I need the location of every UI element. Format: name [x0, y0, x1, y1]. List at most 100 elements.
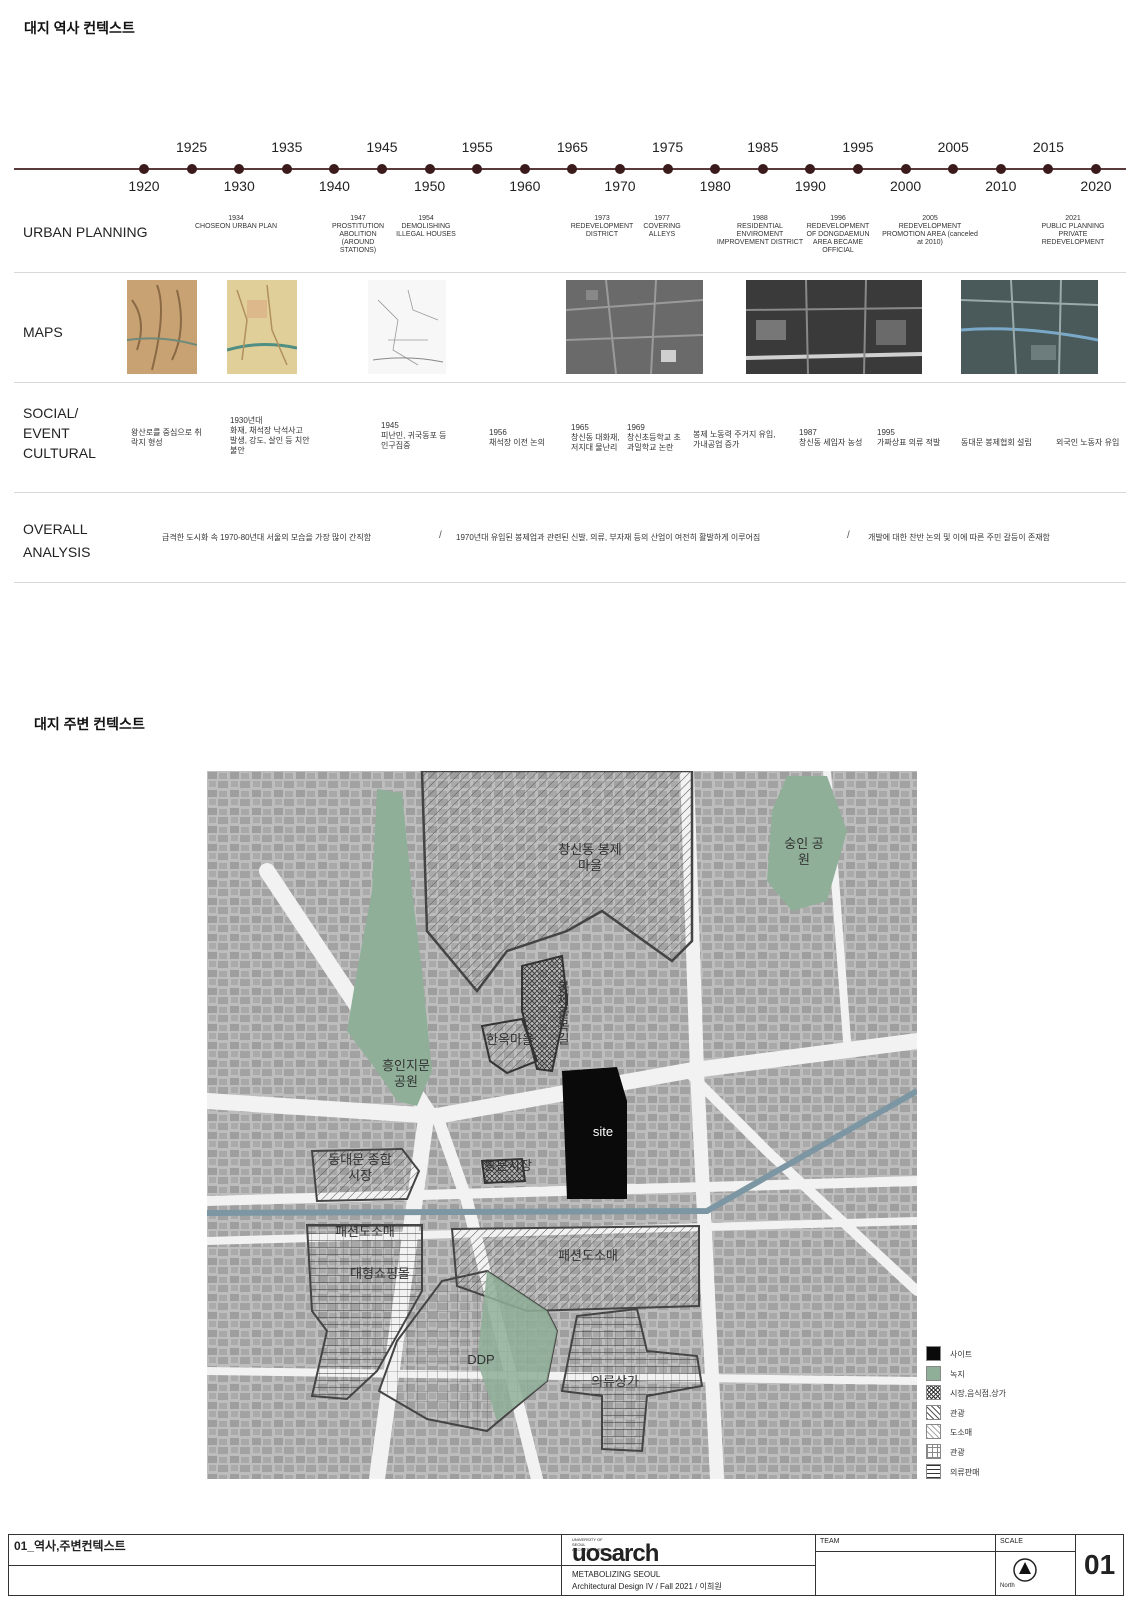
map-label-alley: 봉제골목길 — [555, 980, 570, 1045]
urban-event: 1934 CHOSEON URBAN PLAN — [194, 215, 278, 230]
map-thumbnail-2020s — [961, 280, 1098, 374]
legend-label: 도소매 — [950, 1428, 973, 1438]
row-label-line: CULTURAL — [23, 445, 96, 461]
urban-event: 2021 PUBLIC PLANNING PRIVATE REDEVELOPMEN… — [1041, 215, 1105, 246]
map-label-sungin: 숭인 공원 — [784, 836, 824, 867]
timeline-dot — [519, 164, 530, 174]
north-arrow-icon — [1013, 1558, 1037, 1582]
social-event: 1995 가짜상표 의류 적발 — [877, 428, 941, 447]
divider — [14, 492, 1126, 493]
map-label-heungin: 흥인지문 공원 — [382, 1058, 430, 1089]
timeline-dot — [186, 164, 197, 174]
timeline-year-label: 1950 — [414, 178, 446, 194]
legend-swatch — [926, 1463, 941, 1479]
row-label-maps: MAPS — [23, 324, 63, 340]
timeline-year-label: 1925 — [176, 139, 208, 155]
legend-label: 관광 — [950, 1408, 965, 1418]
analysis-separator: / — [847, 530, 850, 541]
divider — [9, 1565, 561, 1566]
social-event: 1969 창신초등학교 초과밀학교 논란 — [627, 423, 681, 452]
urban-event: 1973 REDEVELOPMENT DISTRICT — [570, 215, 634, 238]
social-event: 1965 창신동 대화재, 저지대 물난리 — [571, 423, 620, 452]
timeline-year-label: 2000 — [890, 178, 922, 194]
legend-swatch — [926, 1346, 941, 1361]
analysis-separator: / — [439, 530, 442, 541]
timeline-year-label: 1975 — [652, 139, 684, 155]
map-label-fashion-retail-right: 패션도소매 — [558, 1248, 618, 1263]
social-event: 1987 창신동 세입자 농성 — [799, 428, 863, 447]
timeline-year-label: 2015 — [1032, 139, 1064, 155]
map-label-tonglip: 통문시장 — [484, 1158, 532, 1173]
legend-label: 사이트 — [950, 1350, 973, 1359]
timeline-year-label: 2005 — [937, 139, 969, 155]
title-block: 01_역사,주변컨텍스트 UNIVERSITY OF SEOUL ARCHITE… — [8, 1534, 1124, 1596]
analysis-point-2: 1970년대 유입된 봉제업과 관련된 신발, 의류, 부자재 등의 산업이 여… — [456, 533, 761, 542]
map-label-ddp: DDP — [467, 1352, 495, 1367]
map-label-site: site — [592, 1124, 614, 1139]
timeline-dot — [805, 164, 816, 174]
social-event: 1956 채석장 이전 논의 — [489, 428, 545, 447]
divider — [816, 1551, 995, 1552]
analysis-point-3: 개발에 대한 찬반 논의 및 이에 따른 주민 갈등이 존재함 — [868, 533, 1050, 542]
urban-event: 1988 RESIDENTIAL ENVIROMENT IMPROVEMENT D… — [716, 215, 804, 246]
map-thumbnail-1980s — [746, 280, 922, 374]
timeline-year-label: 1935 — [271, 139, 303, 155]
urban-event: 1996 REDEVELOPMENT OF DONGDAEMUN AREA BEC… — [806, 215, 870, 254]
timeline-dot — [424, 164, 435, 174]
scale-cell: SCALE North — [995, 1535, 1075, 1595]
north-label: North — [1000, 1583, 1015, 1589]
timeline-year-label: 1990 — [794, 178, 826, 194]
social-event: 봉제 노동력 주거지 유입, 가내공업 증가 — [693, 430, 776, 449]
timeline-year-label: 2020 — [1080, 178, 1112, 194]
row-label-line: EVENT — [23, 425, 70, 441]
map-label-hanok: 한옥마을 — [486, 1032, 534, 1047]
legend-label: 녹지 — [950, 1369, 965, 1379]
map-thumbnail-1930s — [227, 280, 297, 374]
context-map — [207, 771, 917, 1479]
timeline-dot — [329, 164, 340, 174]
map-label-mall: 대형쇼핑몰 — [350, 1266, 410, 1281]
social-event: 1930년대 화재, 채석장 낙석사고 발생, 강도, 살인 등 치안 불안 — [230, 416, 310, 455]
timeline-year-label: 1960 — [509, 178, 541, 194]
legend-swatch — [926, 1385, 941, 1401]
project-name: METABOLIZING SEOUL — [572, 1570, 661, 1579]
timeline-dot — [472, 164, 483, 174]
urban-event: 1954 DEMOLISHING ILLEGAL HOUSES — [396, 215, 456, 238]
history-section-title: 대지 역사 컨텍스트 — [24, 20, 135, 36]
row-label-social: SOCIAL/ EVENT CULTURAL — [23, 403, 96, 463]
timeline-dot — [234, 164, 245, 174]
timeline-dot — [615, 164, 625, 174]
timeline-year-label: 1930 — [223, 178, 255, 194]
timeline-dot — [281, 164, 292, 174]
timeline-year-label: 1945 — [366, 139, 398, 155]
analysis-point-1: 급격한 도시화 속 1970-80년대 서울의 모습을 가장 많이 간직함 — [162, 533, 372, 542]
legend-label: 관광 — [950, 1448, 965, 1457]
urban-event: 1947 PROSTITUTION ABOLITION (AROUND STATI… — [331, 215, 385, 254]
row-label-overall: OVERALL ANALYSIS — [23, 518, 90, 564]
social-event: 외국인 노동자 유입 — [1056, 438, 1120, 447]
timeline-dot — [377, 164, 387, 174]
map-label-clothing: 의류상가 — [591, 1374, 639, 1389]
timeline-year-label: 1970 — [604, 178, 636, 194]
timeline-dot — [757, 164, 768, 174]
project-cell: UNIVERSITY OF SEOUL ARCHITECTURE uosarch… — [561, 1535, 815, 1595]
uosarch-logo: uosarch — [572, 1540, 659, 1567]
row-label-urban-planning: URBAN PLANNING — [23, 224, 148, 240]
scale-label: SCALE — [1000, 1538, 1023, 1545]
timeline-year-label: 1995 — [842, 139, 874, 155]
course-info: Architectural Design IV / Fall 2021 / 이희… — [572, 1582, 722, 1591]
map-label-changsin: 창신동 봉제마을 — [558, 842, 622, 873]
social-event: 1945 피난민, 귀국동포 등 인구집중 — [381, 421, 447, 450]
timeline-dot — [139, 164, 149, 174]
timeline-year-label: 1985 — [747, 139, 779, 155]
timeline-dot — [567, 164, 578, 174]
legend-swatch — [926, 1444, 941, 1459]
divider — [14, 382, 1126, 383]
timeline-dot — [948, 164, 959, 174]
timeline-year-label: 1920 — [128, 178, 160, 194]
divider — [996, 1551, 1075, 1552]
context-section-title: 대지 주변 컨텍스트 — [34, 716, 145, 732]
divider — [562, 1565, 815, 1566]
legend-label: 의류판매 — [950, 1467, 980, 1477]
legend-swatch — [926, 1404, 941, 1420]
